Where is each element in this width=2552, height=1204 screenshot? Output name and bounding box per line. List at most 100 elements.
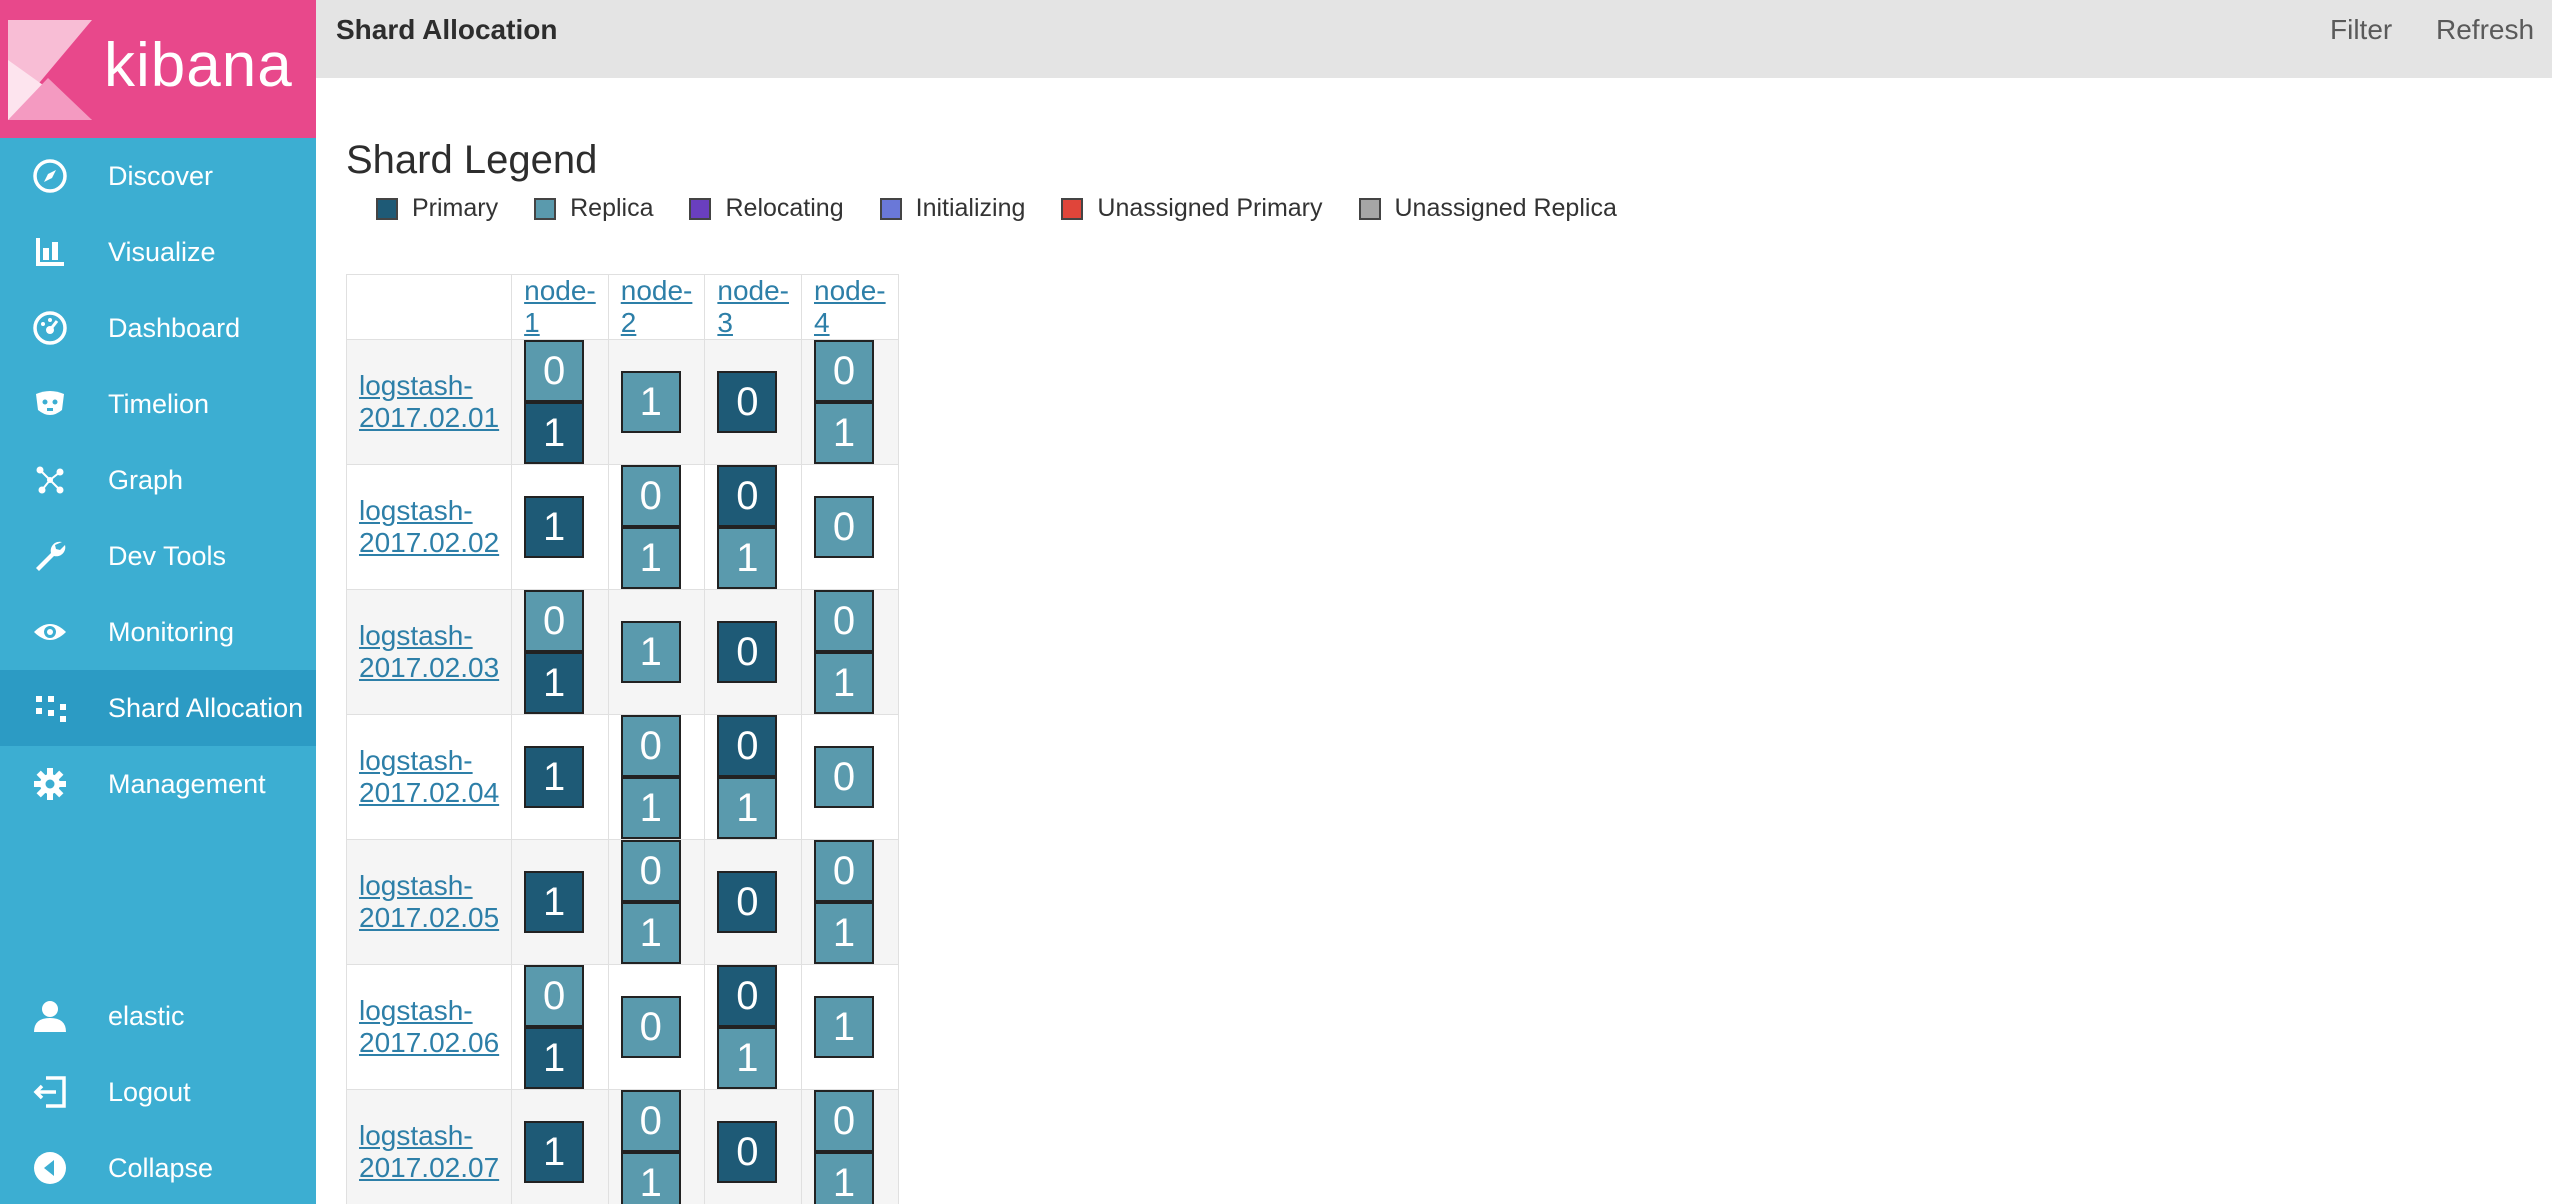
sidebar-item-label: Graph (108, 464, 184, 495)
index-link[interactable]: logstash-2017.02.05 (359, 870, 499, 933)
replica-shard[interactable]: 0 (814, 496, 874, 558)
primary-shard[interactable]: 0 (717, 871, 778, 933)
node-shard-cell: 1 (607, 589, 706, 715)
filter-button[interactable]: Filter (2330, 14, 2392, 46)
primary-shard[interactable]: 0 (717, 965, 778, 1027)
sidebar-item-label: Dev Tools (108, 540, 227, 571)
primary-shard[interactable]: 0 (717, 1121, 778, 1183)
node-link[interactable]: node-3 (717, 275, 789, 338)
primary-shard[interactable]: 1 (524, 871, 585, 933)
replica-shard[interactable]: 0 (814, 340, 874, 402)
index-link[interactable]: logstash-2017.02.06 (359, 995, 499, 1058)
replica-shard[interactable]: 1 (717, 1027, 778, 1089)
index-column-header (345, 274, 513, 340)
replica-shard[interactable]: 0 (814, 746, 874, 808)
sidebar-item-graph[interactable]: Graph (0, 442, 316, 518)
node-link[interactable]: node-1 (524, 275, 596, 338)
replica-shard[interactable]: 0 (814, 1090, 874, 1152)
node-shard-cell: 01 (704, 464, 802, 590)
sidebar: kibana Discover Visualize Dashboard Time… (0, 0, 316, 1204)
replica-shard[interactable]: 1 (717, 527, 778, 589)
refresh-button[interactable]: Refresh (2436, 14, 2534, 46)
replica-shard[interactable]: 0 (814, 840, 874, 902)
replica-shard[interactable]: 1 (814, 652, 874, 714)
sidebar-item-visualize[interactable]: Visualize (0, 214, 316, 290)
sidebar-item-management[interactable]: Management (0, 746, 316, 822)
replica-shard[interactable]: 1 (814, 1152, 874, 1204)
primary-shard[interactable]: 0 (717, 715, 778, 777)
replica-shard[interactable]: 1 (620, 777, 681, 839)
sidebar-item-dashboard[interactable]: Dashboard (0, 290, 316, 366)
sidebar-item-label: Logout (108, 1076, 191, 1107)
sidebar-item-collapse[interactable]: Collapse (0, 1130, 316, 1204)
table-row: logstash-2017.02.07 1 01 0 01 (345, 1089, 899, 1204)
replica-shard[interactable]: 1 (620, 527, 681, 589)
legend-item: Primary (376, 194, 498, 223)
sidebar-item-label: Shard Allocation (108, 692, 304, 723)
legend-item: Replica (534, 194, 653, 223)
sidebar-item-monitoring[interactable]: Monitoring (0, 594, 316, 670)
replica-shard[interactable]: 0 (620, 996, 681, 1058)
table-row: logstash-2017.02.04 1 01 01 0 (345, 714, 899, 840)
index-link[interactable]: logstash-2017.02.02 (359, 495, 499, 558)
replica-shard[interactable]: 0 (620, 1090, 681, 1152)
primary-shard[interactable]: 1 (524, 496, 585, 558)
index-link[interactable]: logstash-2017.02.07 (359, 1120, 499, 1183)
sidebar-item-shard-allocation[interactable]: Shard Allocation (0, 670, 316, 746)
wrench-icon (32, 538, 68, 574)
bar-chart-icon (32, 234, 68, 270)
replica-shard[interactable]: 0 (524, 965, 585, 1027)
primary-shard[interactable]: 0 (717, 465, 778, 527)
replica-shard[interactable]: 0 (814, 590, 874, 652)
replica-shard[interactable]: 1 (814, 902, 874, 964)
node-shard-cell: 01 (607, 464, 706, 590)
index-link[interactable]: logstash-2017.02.04 (359, 745, 499, 808)
primary-shard[interactable]: 0 (717, 621, 778, 683)
replica-shard[interactable]: 1 (814, 402, 874, 464)
legend-label: Relocating (725, 194, 844, 222)
sidebar-item-label: Timelion (108, 388, 210, 419)
table-row: logstash-2017.02.02 1 01 01 0 (345, 464, 899, 590)
primary-shard[interactable]: 1 (524, 402, 585, 464)
legend-item: Unassigned Replica (1358, 194, 1617, 223)
page-title: Shard Allocation (336, 14, 558, 45)
replica-shard[interactable]: 0 (620, 465, 681, 527)
node-shard-cell: 1 (511, 839, 609, 965)
sidebar-item-timelion[interactable]: Timelion (0, 366, 316, 442)
sidebar-item-dev-tools[interactable]: Dev Tools (0, 518, 316, 594)
index-link[interactable]: logstash-2017.02.01 (359, 370, 499, 433)
node-shard-cell: 0 (704, 1089, 802, 1204)
primary-shard[interactable]: 1 (524, 652, 585, 714)
index-cell: logstash-2017.02.01 (345, 339, 513, 465)
primary-shard[interactable]: 1 (524, 746, 585, 808)
replica-shard[interactable]: 1 (620, 902, 681, 964)
node-shard-cell: 01 (704, 714, 802, 840)
sidebar-item-logout[interactable]: Logout (0, 1054, 316, 1130)
node-column-header: node-3 (704, 274, 802, 340)
node-shard-cell: 01 (607, 839, 706, 965)
primary-shard[interactable]: 1 (524, 1121, 585, 1183)
replica-shard[interactable]: 1 (620, 1152, 681, 1204)
node-link[interactable]: node-4 (814, 275, 886, 338)
node-shard-cell: 0 (801, 464, 899, 590)
node-column-header: node-4 (801, 274, 899, 340)
replica-shard[interactable]: 0 (620, 715, 681, 777)
index-link[interactable]: logstash-2017.02.03 (359, 620, 499, 683)
legend-title: Shard Legend (346, 138, 598, 182)
replica-shard[interactable]: 1 (814, 996, 874, 1058)
replica-shard[interactable]: 1 (620, 371, 681, 433)
legend-label: Primary (412, 194, 499, 222)
node-shard-cell: 0 (704, 839, 802, 965)
primary-shard[interactable]: 1 (524, 1027, 585, 1089)
sidebar-item-user[interactable]: elastic (0, 978, 316, 1054)
replica-shard[interactable]: 0 (524, 590, 585, 652)
sidebar-item-label: Discover (108, 160, 214, 191)
replica-shard[interactable]: 1 (717, 777, 778, 839)
kibana-logo[interactable]: kibana (0, 0, 316, 138)
sidebar-item-discover[interactable]: Discover (0, 138, 316, 214)
primary-shard[interactable]: 0 (717, 371, 778, 433)
replica-shard[interactable]: 1 (620, 621, 681, 683)
replica-shard[interactable]: 0 (620, 840, 681, 902)
node-link[interactable]: node-2 (621, 275, 693, 338)
replica-shard[interactable]: 0 (524, 340, 585, 402)
